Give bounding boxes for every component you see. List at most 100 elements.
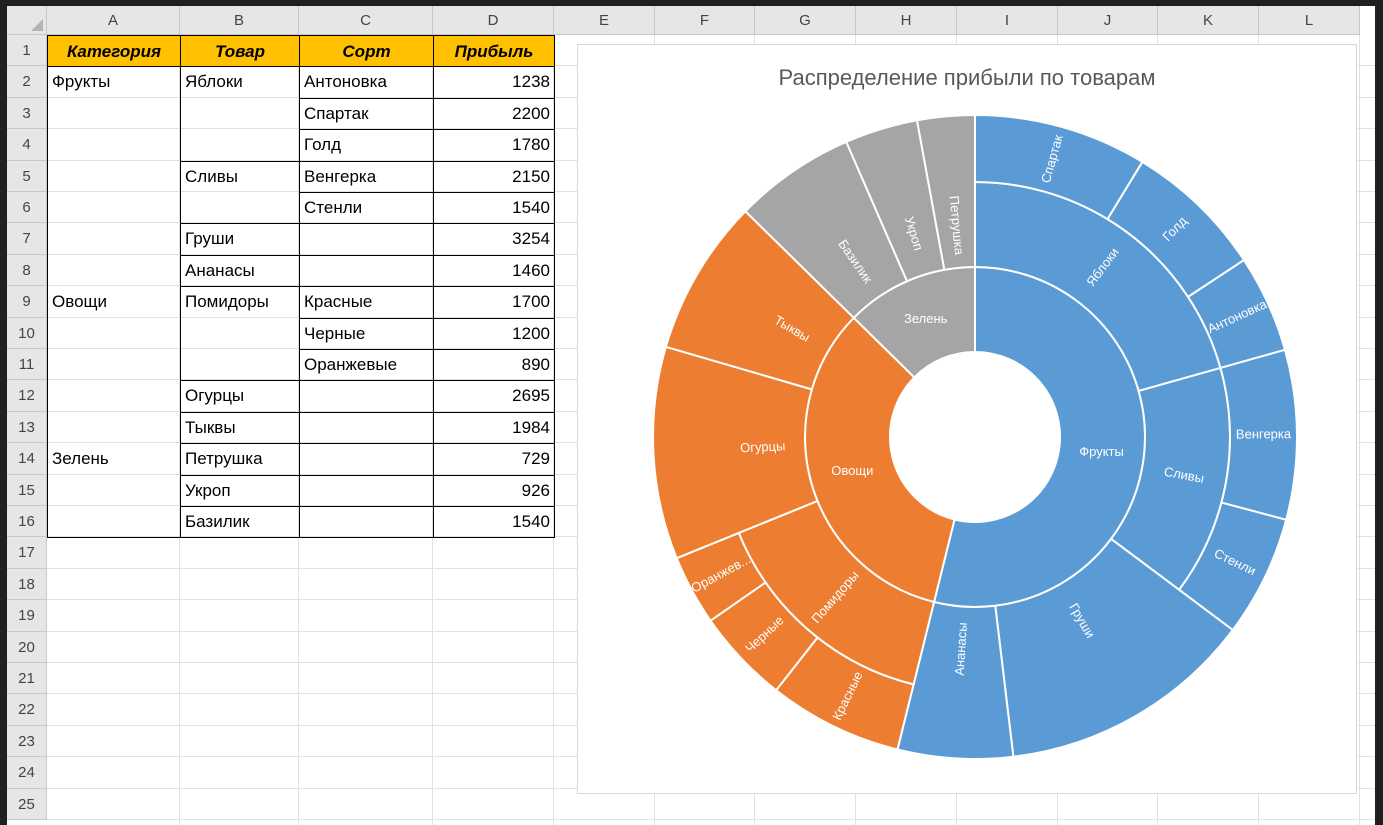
row-header-5[interactable]: 5	[7, 160, 47, 192]
table-cell-variety[interactable]	[299, 506, 434, 539]
table-cell-profit[interactable]: 729	[433, 443, 555, 476]
table-cell-category[interactable]	[47, 129, 181, 162]
table-cell-product[interactable]: Помидоры	[180, 286, 300, 319]
table-cell-variety[interactable]: Венгерка	[299, 160, 434, 193]
row-header-25[interactable]: 25	[7, 788, 47, 820]
table-cell-profit[interactable]: 1700	[433, 286, 555, 319]
table-cell-profit[interactable]: 1780	[433, 129, 555, 162]
table-header-product[interactable]: Товар	[180, 35, 300, 68]
column-header-K[interactable]: K	[1158, 6, 1259, 35]
table-cell-product[interactable]	[180, 349, 300, 382]
table-cell-product[interactable]: Сливы	[180, 160, 300, 193]
row-header-23[interactable]: 23	[7, 725, 47, 758]
row-header-15[interactable]: 15	[7, 474, 47, 506]
table-cell-variety[interactable]	[299, 223, 434, 256]
table-cell-profit[interactable]: 1238	[433, 66, 555, 99]
table-cell-variety[interactable]: Спартак	[299, 97, 434, 131]
table-cell-variety[interactable]: Голд	[299, 129, 434, 162]
table-cell-profit[interactable]: 2695	[433, 380, 555, 413]
table-cell-profit[interactable]: 1540	[433, 192, 555, 225]
table-cell-profit[interactable]: 1460	[433, 254, 555, 288]
table-cell-category[interactable]	[47, 506, 181, 539]
table-cell-category[interactable]	[47, 254, 181, 288]
column-header-I[interactable]: I	[957, 6, 1058, 35]
table-cell-profit[interactable]: 1200	[433, 317, 555, 350]
table-cell-variety[interactable]	[299, 380, 434, 413]
row-header-24[interactable]: 24	[7, 757, 47, 789]
row-header-14[interactable]: 14	[7, 443, 47, 475]
column-header-E[interactable]: E	[554, 6, 655, 35]
table-cell-product[interactable]	[180, 97, 300, 131]
row-header-10[interactable]: 10	[7, 317, 47, 349]
table-cell-variety[interactable]	[299, 474, 434, 507]
column-header-A[interactable]: A	[47, 6, 180, 35]
table-header-profit[interactable]: Прибыль	[433, 35, 555, 68]
column-header-F[interactable]: F	[655, 6, 755, 35]
table-cell-variety[interactable]	[299, 443, 434, 476]
row-header-4[interactable]: 4	[7, 129, 47, 161]
table-cell-variety[interactable]: Красные	[299, 286, 434, 319]
table-cell-variety[interactable]: Черные	[299, 317, 434, 350]
table-cell-profit[interactable]: 1540	[433, 506, 555, 539]
table-cell-profit[interactable]: 2150	[433, 160, 555, 193]
row-header-17[interactable]: 17	[7, 537, 47, 569]
table-cell-category[interactable]	[47, 97, 181, 131]
select-all-corner[interactable]	[7, 6, 47, 35]
row-header-1[interactable]: 1	[7, 35, 47, 67]
table-cell-category[interactable]	[47, 411, 181, 445]
row-header-7[interactable]: 7	[7, 223, 47, 255]
sunburst-chart[interactable]: Распределение прибыли по товарам Фрукты Я…	[577, 44, 1357, 794]
table-cell-product[interactable]: Базилик	[180, 506, 300, 539]
table-cell-product[interactable]: Ананасы	[180, 254, 300, 288]
row-header-20[interactable]: 20	[7, 631, 47, 663]
table-cell-product[interactable]: Яблоки	[180, 66, 300, 99]
table-cell-category[interactable]: Фрукты	[47, 66, 181, 99]
column-header-D[interactable]: D	[433, 6, 554, 35]
row-header-19[interactable]: 19	[7, 600, 47, 632]
table-cell-product[interactable]	[180, 317, 300, 350]
table-cell-profit[interactable]: 2200	[433, 97, 555, 131]
column-header-B[interactable]: B	[180, 6, 299, 35]
table-cell-category[interactable]: Овощи	[47, 286, 181, 319]
table-cell-category[interactable]: Зелень	[47, 443, 181, 476]
column-header-H[interactable]: H	[856, 6, 957, 35]
row-header-8[interactable]: 8	[7, 254, 47, 287]
table-cell-category[interactable]	[47, 349, 181, 382]
row-header-13[interactable]: 13	[7, 411, 47, 444]
table-cell-product[interactable]: Петрушка	[180, 443, 300, 476]
row-header-6[interactable]: 6	[7, 192, 47, 224]
table-cell-category[interactable]	[47, 474, 181, 507]
table-cell-variety[interactable]: Антоновка	[299, 66, 434, 99]
table-cell-product[interactable]: Огурцы	[180, 380, 300, 413]
table-cell-product[interactable]: Груши	[180, 223, 300, 256]
table-cell-category[interactable]	[47, 192, 181, 225]
row-header-21[interactable]: 21	[7, 663, 47, 695]
table-cell-variety[interactable]: Оранжевые	[299, 349, 434, 382]
column-header-J[interactable]: J	[1058, 6, 1158, 35]
table-cell-category[interactable]	[47, 223, 181, 256]
table-cell-product[interactable]	[180, 129, 300, 162]
table-cell-category[interactable]	[47, 317, 181, 350]
row-header-2[interactable]: 2	[7, 66, 47, 98]
row-header-22[interactable]: 22	[7, 694, 47, 726]
table-cell-product[interactable]	[180, 192, 300, 225]
table-cell-product[interactable]: Укроп	[180, 474, 300, 507]
table-header-variety[interactable]: Сорт	[299, 35, 434, 68]
row-header-11[interactable]: 11	[7, 349, 47, 381]
table-cell-variety[interactable]: Стенли	[299, 192, 434, 225]
row-header-9[interactable]: 9	[7, 286, 47, 318]
table-cell-profit[interactable]: 1984	[433, 411, 555, 445]
column-header-G[interactable]: G	[755, 6, 856, 35]
table-cell-category[interactable]	[47, 160, 181, 193]
table-cell-variety[interactable]	[299, 254, 434, 288]
row-header-3[interactable]: 3	[7, 97, 47, 130]
row-header-16[interactable]: 16	[7, 506, 47, 538]
table-cell-profit[interactable]: 3254	[433, 223, 555, 256]
table-cell-profit[interactable]: 926	[433, 474, 555, 507]
column-header-L[interactable]: L	[1259, 6, 1360, 35]
table-cell-profit[interactable]: 890	[433, 349, 555, 382]
row-header-12[interactable]: 12	[7, 380, 47, 412]
table-cell-product[interactable]: Тыквы	[180, 411, 300, 445]
column-header-C[interactable]: C	[299, 6, 433, 35]
row-header-18[interactable]: 18	[7, 568, 47, 601]
